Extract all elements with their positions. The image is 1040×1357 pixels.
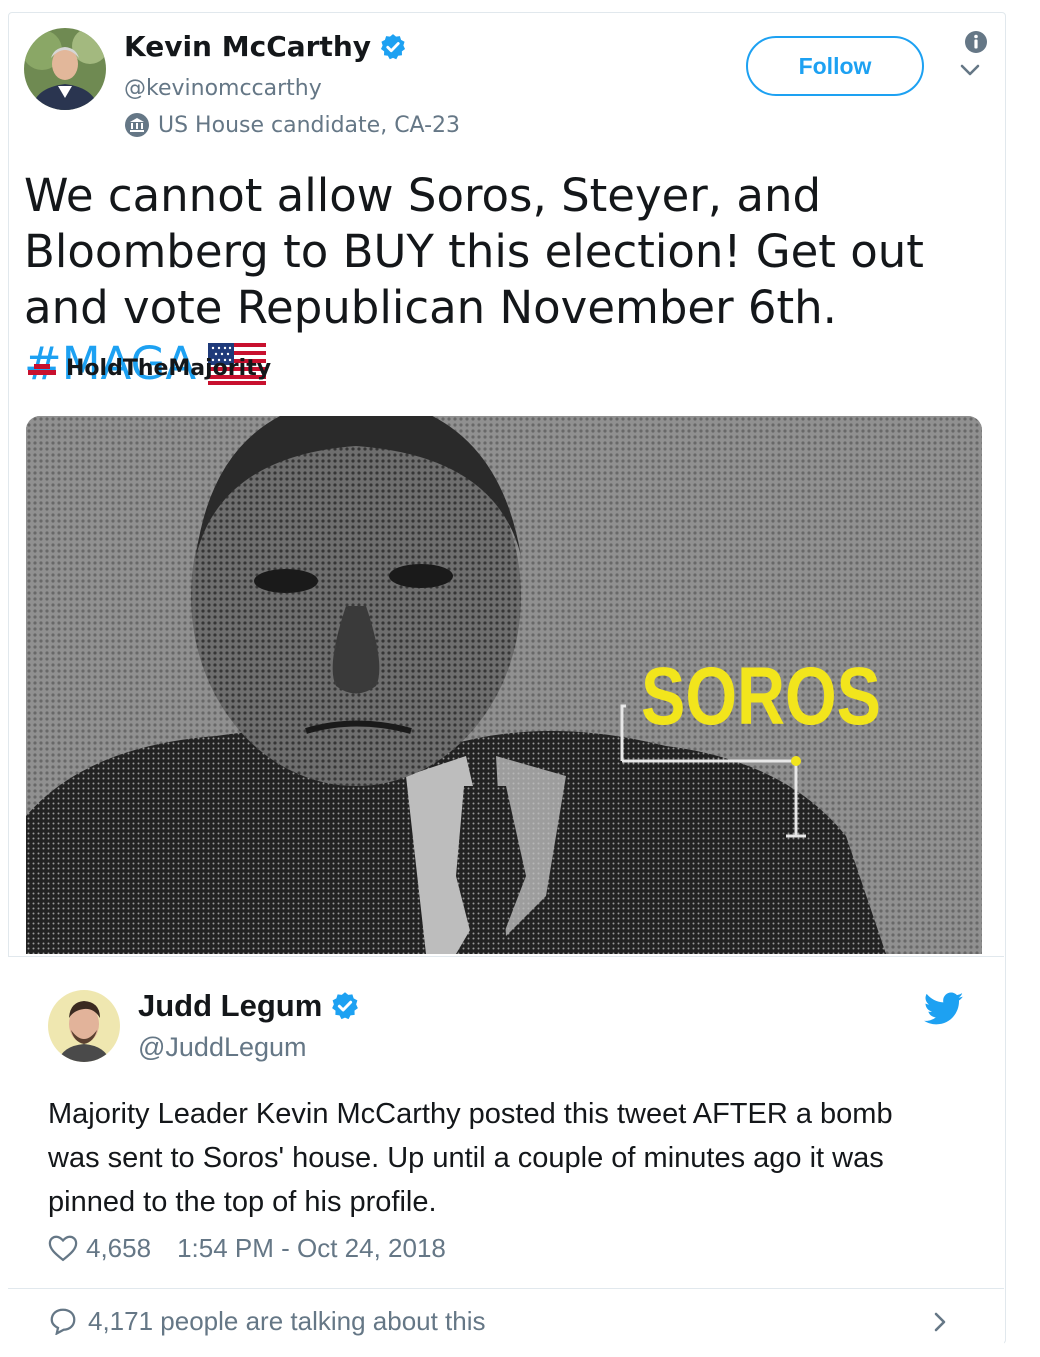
quoted-tweet-text: Majority Leader Kevin McCarthy posted th…: [48, 1098, 893, 1218]
comment-bubble-icon: [50, 1308, 76, 1335]
chevron-down-icon[interactable]: [958, 60, 982, 80]
chevron-right-icon[interactable]: [930, 1310, 950, 1334]
author-name[interactable]: Kevin McCarthy: [124, 30, 371, 63]
quoted-author-name-row: Judd Legum: [138, 988, 360, 1024]
source-name[interactable]: HoldTheMajority: [66, 356, 271, 381]
avatar-photo: [48, 990, 120, 1062]
quoted-author-name[interactable]: Judd Legum: [138, 988, 322, 1024]
verified-badge-icon: [380, 33, 406, 59]
media-caption: SOROS: [641, 651, 881, 742]
timestamp[interactable]: 1:54 PM - Oct 24, 2018: [177, 1233, 446, 1264]
hold-the-majority-logo: [28, 363, 56, 375]
divider: [8, 1288, 1004, 1289]
follow-button[interactable]: Follow: [746, 36, 924, 96]
conversation-count: 4,171 people are talking about this: [88, 1305, 486, 1336]
tweet-meta-row: 4,658 1:54 PM - Oct 24, 2018: [48, 1230, 446, 1266]
quoted-author-avatar[interactable]: [48, 990, 120, 1062]
twitter-bird-icon[interactable]: [924, 992, 964, 1026]
halftone-portrait: SOROS: [26, 416, 982, 954]
tweet-body: We cannot allow Soros, Steyer, and Bloom…: [24, 169, 924, 334]
like-count[interactable]: 4,658: [86, 1233, 151, 1264]
info-icon[interactable]: [964, 30, 988, 54]
quoted-author-handle[interactable]: @JuddLegum: [138, 1032, 307, 1063]
author-handle[interactable]: @kevinomccarthy: [124, 76, 322, 101]
heart-icon[interactable]: [48, 1234, 78, 1262]
avatar-photo: [24, 28, 106, 110]
verified-badge-icon: [332, 992, 359, 1020]
conversation-row[interactable]: 4,171 people are talking about this: [48, 1306, 486, 1336]
author-avatar[interactable]: [24, 28, 106, 110]
government-label: US House candidate, CA-23: [124, 112, 460, 138]
government-label-text: US House candidate, CA-23: [158, 112, 461, 138]
author-name-row: Kevin McCarthy: [124, 30, 407, 63]
source-row[interactable]: HoldTheMajority: [28, 356, 271, 381]
government-building-icon: [125, 113, 149, 137]
tweet-media-image[interactable]: SOROS: [26, 416, 982, 954]
